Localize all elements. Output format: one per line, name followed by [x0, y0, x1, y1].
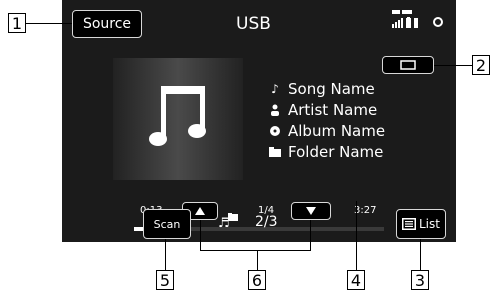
source-button[interactable]: Source — [72, 10, 142, 38]
song-name: Song Name — [288, 80, 375, 98]
scan-button[interactable]: Scan — [143, 209, 191, 239]
artist-name: Artist Name — [288, 101, 378, 119]
callout-4: 4 — [347, 270, 365, 290]
callout-3-line — [420, 239, 421, 271]
track-note-icon: ♬ — [218, 216, 230, 231]
battery-icon — [406, 17, 411, 28]
callout-6-left-line — [200, 220, 201, 250]
list-icon — [402, 218, 416, 230]
callout-3: 3 — [411, 270, 429, 290]
callout-5-line — [165, 239, 166, 271]
bluetooth-icon — [414, 18, 418, 28]
repeat-icon — [400, 60, 416, 70]
info-icon — [433, 17, 443, 27]
callout-2: 2 — [472, 55, 490, 75]
total-duration: 3:27 — [354, 205, 377, 216]
arrow-up-icon — [195, 207, 205, 215]
album-art — [113, 58, 243, 180]
album-name: Album Name — [288, 122, 386, 140]
folder-row: Folder Name — [268, 143, 383, 161]
callout-4-line — [356, 201, 357, 271]
repeat-button[interactable] — [382, 56, 434, 74]
track-position: 2/3 — [255, 214, 278, 230]
callout-1-line — [26, 23, 72, 24]
callout-5: 5 — [156, 270, 174, 290]
artist-row: Artist Name — [268, 101, 377, 119]
callout-6-right-line — [310, 220, 311, 250]
status-icons — [392, 10, 448, 32]
folder-name: Folder Name — [288, 143, 384, 161]
folder-down-button[interactable] — [291, 202, 331, 220]
callout-6-stem-line — [257, 250, 258, 271]
list-button-label: List — [419, 217, 440, 231]
scan-button-label: Scan — [153, 217, 181, 231]
page-title: USB — [236, 14, 271, 34]
album-icon — [268, 125, 282, 137]
folder-icon — [268, 147, 282, 157]
source-button-label: Source — [82, 16, 132, 32]
callout-6-bracket-line — [200, 250, 311, 251]
arrow-down-icon — [306, 207, 316, 215]
callout-1: 1 — [8, 13, 26, 33]
list-button[interactable]: List — [396, 209, 446, 239]
callout-2-line — [434, 65, 472, 66]
artist-icon — [268, 104, 282, 116]
music-note-icon — [149, 86, 206, 146]
music-note-small-icon: ♪ — [271, 82, 279, 96]
callout-6: 6 — [248, 270, 266, 290]
song-row: ♪ Song Name — [268, 80, 375, 98]
album-row: Album Name — [268, 122, 385, 140]
